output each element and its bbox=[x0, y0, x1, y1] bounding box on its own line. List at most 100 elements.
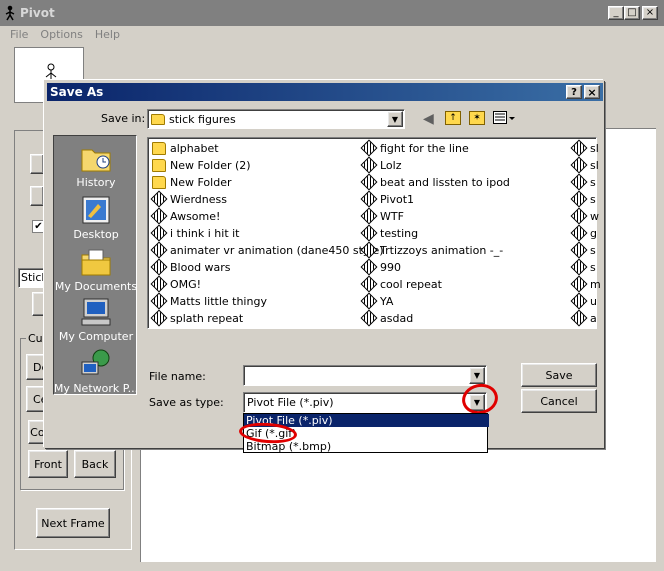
file-item[interactable]: New Folder bbox=[152, 174, 231, 190]
pivot-file-icon bbox=[150, 224, 168, 242]
tool-button-2[interactable] bbox=[30, 186, 44, 206]
file-item[interactable]: s bbox=[570, 190, 596, 208]
file-item[interactable]: fight for the line bbox=[360, 139, 469, 157]
centre-button[interactable]: Ce bbox=[26, 386, 47, 412]
folder-icon bbox=[151, 113, 165, 125]
file-name: Pivot1 bbox=[380, 192, 414, 206]
pivot-file-icon bbox=[150, 292, 168, 310]
tool-button-1[interactable] bbox=[30, 154, 44, 174]
folder-icon bbox=[152, 141, 166, 155]
file-item[interactable]: sl bbox=[570, 156, 599, 174]
file-item[interactable]: w bbox=[570, 207, 599, 225]
file-name: Wierdness bbox=[170, 192, 227, 206]
file-list[interactable]: alphabet New Folder (2) New Folder Wierdnes… bbox=[147, 137, 601, 329]
back-arrow-icon[interactable]: ◀ bbox=[423, 111, 434, 127]
places-my-documents[interactable]: My Documents bbox=[54, 246, 136, 293]
pivot-file-icon bbox=[360, 309, 378, 327]
file-item[interactable]: splath repeat bbox=[150, 309, 243, 327]
file-item[interactable]: m bbox=[570, 275, 601, 293]
new-folder-icon[interactable]: ✶ bbox=[469, 111, 485, 125]
file-name: alphabet bbox=[170, 141, 219, 155]
maximize-button[interactable]: □ bbox=[624, 6, 640, 20]
desktop-icon bbox=[82, 196, 110, 224]
places-bar: History Desktop My Documents My Computer… bbox=[53, 135, 137, 395]
file-name: Matts little thingy bbox=[170, 294, 267, 308]
file-name: animater vr animation (dane450 style) bbox=[170, 243, 384, 257]
places-my-network[interactable]: My Network P... bbox=[54, 348, 136, 394]
file-item[interactable]: u bbox=[570, 292, 597, 310]
file-item[interactable]: Matts little thingy bbox=[150, 292, 267, 310]
file-item[interactable]: alphabet bbox=[152, 140, 219, 156]
file-item[interactable]: Wierdness bbox=[150, 190, 227, 208]
file-name-input[interactable]: ▼ bbox=[243, 365, 487, 386]
pivot-file-icon bbox=[570, 207, 588, 225]
file-item[interactable]: s bbox=[570, 173, 596, 191]
dialog-close-button[interactable]: × bbox=[584, 85, 600, 99]
places-history[interactable]: History bbox=[54, 142, 136, 189]
file-item[interactable]: beat and lissten to ipod bbox=[360, 173, 510, 191]
file-item[interactable]: 990 bbox=[360, 258, 401, 276]
help-button[interactable]: ? bbox=[566, 85, 582, 99]
cancel-button[interactable]: Cancel bbox=[521, 389, 597, 413]
places-desktop[interactable]: Desktop bbox=[54, 194, 136, 241]
file-name: g bbox=[590, 226, 597, 240]
file-item[interactable]: g bbox=[570, 224, 597, 242]
file-item[interactable]: YA bbox=[360, 292, 393, 310]
close-button[interactable]: × bbox=[642, 6, 658, 20]
pivot-file-icon bbox=[360, 275, 378, 293]
front-button[interactable]: Front bbox=[28, 450, 68, 478]
file-name: sl bbox=[590, 158, 599, 172]
dialog-title: Save As bbox=[50, 85, 104, 99]
menu-file[interactable]: File bbox=[0, 28, 34, 41]
file-name: s bbox=[590, 243, 596, 257]
save-in-value: stick figures bbox=[169, 112, 236, 126]
up-folder-icon[interactable]: ↑ bbox=[445, 111, 461, 125]
pivot-file-icon bbox=[570, 173, 588, 191]
delete-button[interactable]: De bbox=[26, 354, 48, 380]
file-item[interactable]: s bbox=[570, 258, 596, 276]
file-item[interactable]: i think i hit it bbox=[150, 224, 240, 242]
save-as-dialog: Save As ? × Save in: stick figures ▼ ◀ ↑… bbox=[44, 80, 604, 453]
back-button[interactable]: Back bbox=[74, 450, 116, 478]
file-name: s bbox=[590, 175, 596, 189]
file-item[interactable]: New Folder (2) bbox=[152, 157, 251, 173]
file-item[interactable]: s bbox=[570, 241, 596, 259]
chevron-down-icon[interactable]: ▼ bbox=[469, 367, 485, 384]
file-name: WTF bbox=[380, 209, 404, 223]
menu-options[interactable]: Options bbox=[34, 28, 88, 41]
figure-type-field[interactable]: Stick bbox=[18, 268, 48, 288]
places-my-computer[interactable]: My Computer bbox=[54, 296, 136, 343]
file-item[interactable]: OMG! bbox=[150, 275, 202, 293]
file-name: New Folder bbox=[170, 175, 232, 189]
file-item[interactable]: sl bbox=[570, 139, 599, 157]
file-name: a bbox=[590, 311, 597, 325]
file-item[interactable]: Trtizzoys animation -_- bbox=[360, 241, 503, 259]
file-item[interactable]: Lolz bbox=[360, 156, 402, 174]
file-item[interactable]: WTF bbox=[360, 207, 404, 225]
file-name: OMG! bbox=[170, 277, 202, 291]
chevron-down-icon[interactable]: ▼ bbox=[387, 111, 403, 127]
file-name: Awsome! bbox=[170, 209, 221, 223]
file-name: s bbox=[590, 260, 596, 274]
file-item[interactable]: Awsome! bbox=[150, 207, 221, 225]
main-titlebar: Pivot _ □ × bbox=[0, 0, 664, 26]
file-item[interactable]: Pivot1 bbox=[360, 190, 414, 208]
pivot-file-icon bbox=[150, 190, 168, 208]
minimize-button[interactable]: _ bbox=[608, 6, 624, 20]
file-item[interactable]: testing bbox=[360, 224, 418, 242]
next-frame-button[interactable]: Next Frame bbox=[36, 508, 110, 538]
file-item[interactable]: a bbox=[570, 309, 597, 327]
file-item[interactable]: asdad bbox=[360, 309, 413, 327]
save-as-type-dropdown[interactable]: Pivot File (*.piv) ▼ bbox=[243, 392, 487, 413]
view-menu-icon[interactable] bbox=[493, 111, 515, 125]
file-item[interactable]: animater vr animation (dane450 style) bbox=[150, 241, 384, 259]
dialog-titlebar: Save As ? × bbox=[47, 83, 603, 101]
file-name: i think i hit it bbox=[170, 226, 240, 240]
folder-icon bbox=[152, 158, 166, 172]
file-item[interactable]: Blood wars bbox=[150, 258, 231, 276]
menu-help[interactable]: Help bbox=[89, 28, 126, 41]
save-button[interactable]: Save bbox=[521, 363, 597, 387]
file-item[interactable]: cool repeat bbox=[360, 275, 442, 293]
save-in-dropdown[interactable]: stick figures ▼ bbox=[147, 109, 405, 129]
pivot-file-icon bbox=[570, 292, 588, 310]
